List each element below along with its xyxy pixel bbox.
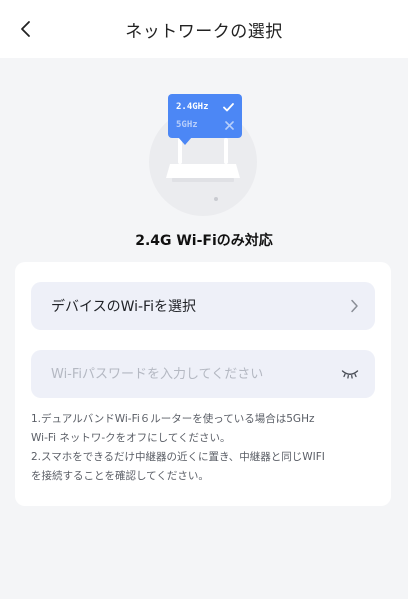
header-bar: ネットワークの選択: [0, 0, 408, 58]
network-selection-screen: ネットワークの選択 2.4GHz 5GHz 2.4G Wi-Fiのみ対応 デバイ…: [0, 0, 408, 599]
wifi-password-input[interactable]: [51, 366, 339, 382]
eye-closed-icon: [341, 370, 359, 379]
chevron-left-icon: [21, 21, 30, 37]
note-line: を接続することを確認してください。: [31, 470, 209, 482]
password-visibility-toggle[interactable]: [339, 366, 361, 382]
close-icon: [225, 120, 234, 130]
band-support-caption: 2.4G Wi-Fiのみ対応: [135, 233, 273, 249]
check-icon: [223, 102, 234, 111]
band-24-label: 2.4GHz: [176, 102, 209, 112]
chevron-right-icon: [351, 299, 358, 313]
note-line: Wi-Fi ネットワ-クをオフにしてください。: [31, 432, 231, 444]
wifi-form-card: デバイスのWi-Fiを選択 1.デュアルバンドWi-Fi６ルーターを使っている場…: [15, 262, 391, 506]
wifi-password-field: [31, 350, 375, 398]
band-5-row: 5GHz: [176, 117, 234, 133]
instructions-notes: 1.デュアルバンドWi-Fi６ルーターを使っている場合は5GHz Wi-Fi ネ…: [31, 410, 381, 486]
back-button[interactable]: [10, 14, 42, 44]
note-line: 1.デュアルバンドWi-Fi６ルーターを使っている場合は5GHz: [31, 413, 315, 425]
band-24-row: 2.4GHz: [176, 99, 234, 115]
router-illustration: 2.4GHz 5GHz: [144, 92, 260, 218]
select-device-wifi-button[interactable]: デバイスのWi-Fiを選択: [31, 282, 375, 330]
note-line: 2.スマホをできるだけ中継器の近くに置き、中継器と同じWIFI: [31, 451, 325, 463]
page-title: ネットワークの選択: [125, 21, 283, 42]
band-5-label: 5GHz: [176, 120, 198, 130]
select-wifi-label: デバイスのWi-Fiを選択: [51, 299, 196, 315]
band-tooltip: 2.4GHz 5GHz: [168, 94, 242, 145]
